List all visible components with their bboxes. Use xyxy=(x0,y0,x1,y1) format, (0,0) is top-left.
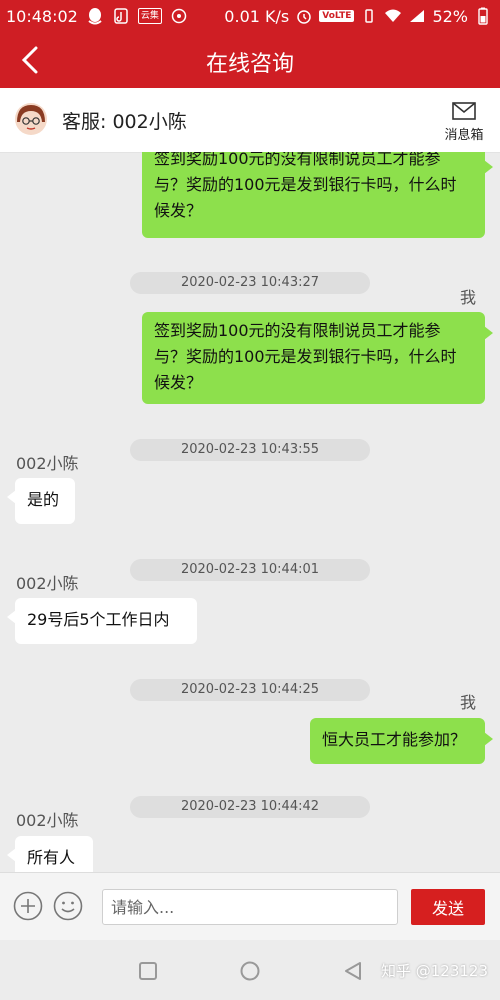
message-line: 与？奖励的100元是发到银行卡吗，什么时 xyxy=(154,175,457,194)
nav-square-icon xyxy=(139,962,157,980)
message-line: 签到奖励100元的没有限制说员工才能参 xyxy=(154,321,441,340)
message-line: 与？奖励的100元是发到银行卡吗，什么时 xyxy=(154,347,457,366)
vibrate-icon xyxy=(360,7,378,25)
page-title: 在线咨询 xyxy=(205,52,294,77)
yunji-badge: 云集 xyxy=(137,8,162,24)
message-line: 签到奖励100元的没有限制说员工才能参 xyxy=(154,152,441,168)
message-line: 候发？ xyxy=(154,201,203,220)
my-message-bubble[interactable]: 签到奖励100元的没有限制说员工才能参 与？奖励的100元是发到银行卡吗，什么时… xyxy=(142,312,493,404)
envelope-icon xyxy=(452,102,476,120)
qq-icon xyxy=(86,7,104,25)
nav-circle-icon xyxy=(240,961,260,981)
message-input[interactable] xyxy=(102,889,398,925)
nav-back-button[interactable] xyxy=(342,960,364,982)
add-button[interactable] xyxy=(13,891,43,921)
sender-name: 002小陈 xyxy=(16,454,79,473)
battery-percent: 52% xyxy=(432,6,468,26)
chat-area[interactable]: 签到奖励100元的没有限制说员工才能参 与？奖励的100元是发到银行卡吗，什么时… xyxy=(0,152,500,872)
message-line: 所有人 xyxy=(27,848,76,867)
message-line: 是的 xyxy=(27,490,60,509)
system-nav-bar: 知乎 @123123 xyxy=(0,940,500,1000)
inbox-label: 消息箱 xyxy=(444,128,484,143)
timestamp: 2020-02-23 10:44:42 xyxy=(130,796,370,818)
sender-name: 我 xyxy=(459,693,476,712)
timestamp: 2020-02-23 10:43:27 xyxy=(130,272,370,294)
tiktok-icon xyxy=(112,7,130,25)
nav-home-button[interactable] xyxy=(239,960,261,982)
plus-icon xyxy=(13,891,43,921)
message-line: 恒大员工才能参加？ xyxy=(322,730,467,749)
volte-badge: VoLTE xyxy=(319,10,355,22)
nav-back-triangle-icon xyxy=(345,962,361,980)
agent-bar: 客服: 002小陈 消息箱 xyxy=(0,88,500,153)
network-speed: 0.01 K/s xyxy=(224,6,290,26)
avatar-icon xyxy=(14,102,48,136)
agent-message-bubble[interactable]: 是的 xyxy=(7,478,75,524)
nav-recents-button[interactable] xyxy=(137,960,159,982)
alarm-icon xyxy=(295,7,313,25)
sender-name: 002小陈 xyxy=(16,811,79,830)
timestamp: 2020-02-23 10:44:25 xyxy=(130,679,370,701)
app-header: 在线咨询 xyxy=(0,32,500,88)
message-line: 29号后5个工作日内 xyxy=(27,610,170,629)
battery-icon xyxy=(474,7,492,25)
smiley-icon xyxy=(53,891,83,921)
agent-label: 客服: 002小陈 xyxy=(62,111,187,133)
inbox-button[interactable]: 消息箱 xyxy=(440,102,488,143)
send-button[interactable]: 发送 xyxy=(411,889,485,925)
sender-name: 002小陈 xyxy=(16,574,79,593)
timestamp: 2020-02-23 10:43:55 xyxy=(130,439,370,461)
timestamp: 2020-02-23 10:44:01 xyxy=(130,559,370,581)
my-message-bubble[interactable]: 恒大员工才能参加？ xyxy=(310,718,493,764)
status-bar: 10:48:02 云集 0.01 K/s VoLTE 52% xyxy=(0,0,500,32)
watermark: 知乎 @123123 xyxy=(380,962,488,980)
agent-message-bubble[interactable]: 所有人 xyxy=(7,836,93,872)
message-line: 候发？ xyxy=(154,373,203,392)
sender-name: 我 xyxy=(459,288,476,307)
wifi-icon xyxy=(384,7,402,25)
status-time: 10:48:02 xyxy=(6,6,78,26)
chat-bubble-icon xyxy=(170,7,188,25)
agent-message-bubble[interactable]: 29号后5个工作日内 xyxy=(7,598,197,644)
emoji-button[interactable] xyxy=(53,891,83,921)
my-message-bubble[interactable]: 签到奖励100元的没有限制说员工才能参 与？奖励的100元是发到银行卡吗，什么时… xyxy=(142,152,493,238)
signal-icon xyxy=(408,7,426,25)
input-bar: 发送 xyxy=(0,872,500,941)
